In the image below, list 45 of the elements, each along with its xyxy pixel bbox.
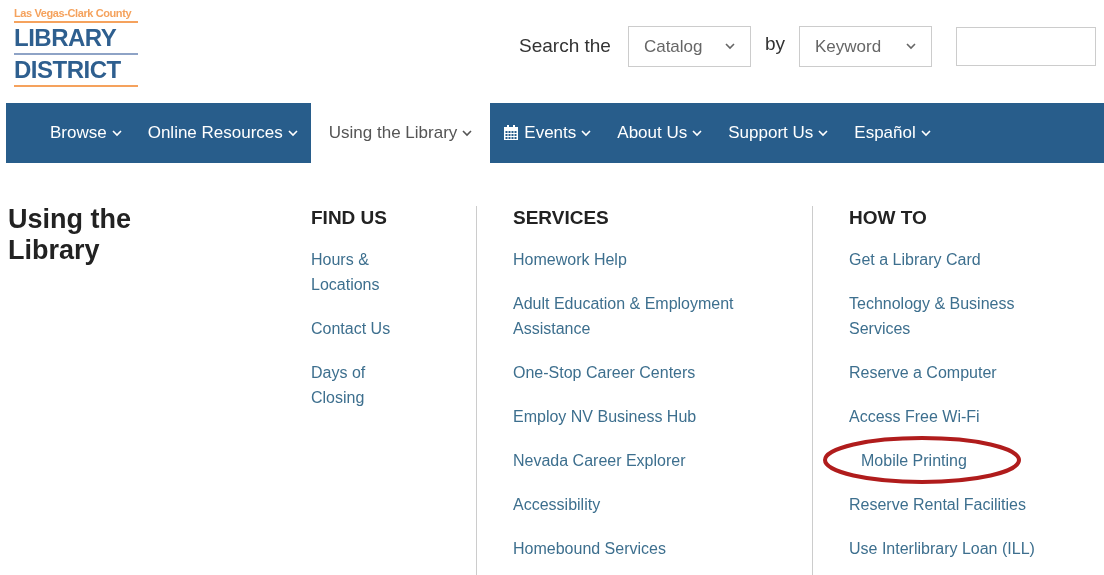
chevron-down-icon [462, 129, 473, 137]
nav-tab[interactable]: Support Us [715, 103, 842, 163]
column-heading: HOW TO [849, 206, 928, 230]
menu-link[interactable]: Hours & Locations [311, 247, 421, 297]
nav-tab[interactable]: Online Resources [134, 103, 311, 163]
nav-tab[interactable]: About Us [604, 103, 716, 163]
chevron-down-icon [724, 43, 735, 50]
menu-link[interactable]: Get a Library Card [849, 247, 981, 272]
chevron-down-icon [818, 129, 829, 137]
menu-link[interactable]: Reserve a Computer [849, 360, 997, 385]
chevron-down-icon [920, 129, 931, 137]
chevron-down-icon [287, 129, 298, 137]
logo-tagline: Las Vegas-Clark County [14, 7, 138, 23]
chevron-down-icon [111, 129, 122, 137]
menu-link[interactable]: Use Interlibrary Loan (ILL) [849, 536, 1035, 561]
search-connector: by [764, 32, 785, 57]
menu-link[interactable]: One-Stop Career Centers [513, 360, 696, 385]
menu-link[interactable]: Accessibility [513, 492, 601, 517]
nav-tab[interactable]: Events [490, 103, 605, 163]
logo-text: DISTRICT [14, 55, 138, 87]
menu-link[interactable]: Adult Education & Employment Assistance [513, 291, 773, 341]
calendar-icon [503, 125, 520, 141]
chevron-down-icon [906, 43, 916, 50]
nav-tab[interactable]: Browse [37, 103, 135, 163]
menu-link[interactable]: Homebound Services [513, 536, 666, 561]
chevron-down-icon [692, 129, 703, 137]
column-heading: SERVICES [513, 206, 610, 230]
nav-tab[interactable]: Español [841, 103, 944, 163]
column-heading: FIND US [311, 206, 388, 230]
catalog-dropdown[interactable]: Catalog [627, 26, 751, 67]
menu-title: Using the Library [8, 204, 132, 266]
menu-link[interactable]: Contact Us [311, 316, 391, 341]
search-field[interactable] [956, 27, 1096, 66]
logo-text: LIBRARY [14, 23, 138, 55]
keyword-dropdown[interactable]: Keyword [799, 26, 932, 67]
menu-link[interactable]: Access Free Wi-Fi [849, 404, 980, 429]
menu-link[interactable]: Homework Help [513, 247, 627, 272]
search-label: Search the [519, 34, 611, 59]
nav-tab[interactable]: Using the Library [310, 103, 491, 163]
menu-link[interactable]: Reserve Rental Facilities [849, 492, 1026, 517]
menu-link[interactable]: Technology & Business Services [849, 291, 1039, 341]
menu-link[interactable]: Employ NV Business Hub [513, 404, 697, 429]
menu-link[interactable]: Nevada Career Explorer [513, 448, 686, 473]
menu-link[interactable]: Days of Closing [311, 360, 421, 410]
chevron-down-icon [581, 129, 592, 137]
